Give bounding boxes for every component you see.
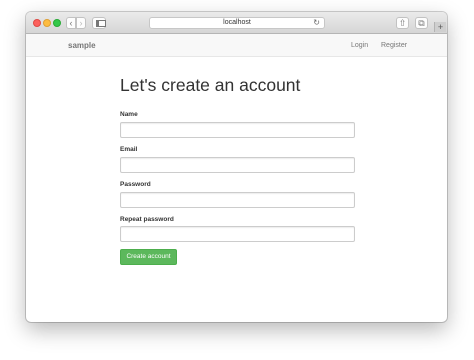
minimize-window-button[interactable] xyxy=(43,19,51,27)
nav-register-link[interactable]: Register xyxy=(381,34,407,57)
address-bar[interactable]: localhost ↻ xyxy=(149,17,325,29)
name-input[interactable] xyxy=(120,122,355,138)
address-bar-url: localhost xyxy=(223,19,251,26)
site-navbar: sample Login Register xyxy=(26,34,447,57)
nav-login-link[interactable]: Login xyxy=(351,34,368,57)
email-label: Email xyxy=(120,146,138,153)
sidebar-icon xyxy=(96,20,106,27)
zoom-window-button[interactable] xyxy=(53,19,61,27)
email-input[interactable] xyxy=(120,157,355,173)
repeat-password-input[interactable] xyxy=(120,226,355,242)
share-button[interactable]: ⇧ xyxy=(396,17,409,29)
close-window-button[interactable] xyxy=(33,19,41,27)
back-button[interactable]: ‹ xyxy=(66,17,76,29)
name-label: Name xyxy=(120,111,138,118)
password-label: Password xyxy=(120,181,151,188)
show-tabs-button[interactable]: ⧉ xyxy=(415,17,428,29)
repeat-password-label: Repeat password xyxy=(120,216,174,223)
chevron-left-icon: ‹ xyxy=(69,18,73,28)
reload-icon[interactable]: ↻ xyxy=(313,18,320,28)
browser-titlebar: ‹ › localhost ↻ ⇧ ⧉ + xyxy=(26,12,447,34)
show-sidebar-button[interactable] xyxy=(92,17,106,29)
new-tab-button[interactable]: + xyxy=(434,22,446,32)
password-input[interactable] xyxy=(120,192,355,208)
create-account-button[interactable]: Create account xyxy=(120,249,177,265)
chevron-right-icon: › xyxy=(79,18,83,28)
plus-icon: + xyxy=(437,22,444,32)
brand-link[interactable]: sample xyxy=(68,34,96,57)
share-icon: ⇧ xyxy=(398,18,407,28)
browser-window: ‹ › localhost ↻ ⇧ ⧉ + sample Login Regis… xyxy=(26,12,447,322)
forward-button[interactable]: › xyxy=(76,17,86,29)
page-title: Let's create an account xyxy=(120,75,301,95)
tabs-icon: ⧉ xyxy=(418,18,425,28)
